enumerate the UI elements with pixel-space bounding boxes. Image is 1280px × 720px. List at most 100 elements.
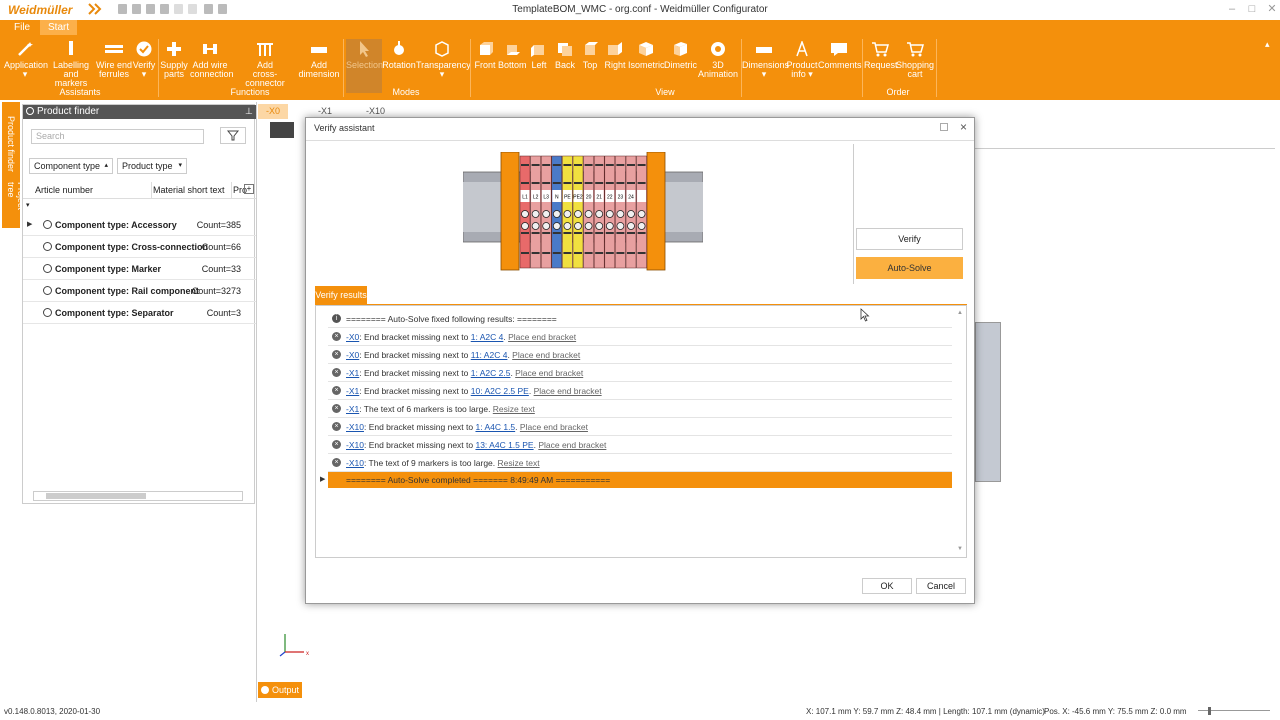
3d-animation-button[interactable]: 3D Animation (696, 41, 740, 79)
scroll-down-icon[interactable]: ▼ (957, 546, 963, 552)
expand-arrow-icon[interactable]: ▶ (27, 214, 32, 236)
output-button[interactable]: Output (258, 682, 302, 698)
application-button[interactable]: Application ▾ (4, 41, 48, 79)
expand-arrow-icon[interactable]: ▶ (320, 472, 325, 488)
fix-action-link[interactable]: Resize text (493, 404, 535, 414)
view-front-button[interactable]: Front (472, 41, 498, 70)
tab-start[interactable]: Start (40, 20, 78, 35)
component-link[interactable]: -X1 (346, 404, 359, 414)
verify-button[interactable]: Verify ▾ (132, 41, 156, 79)
fix-action-link[interactable]: Resize text (498, 458, 540, 468)
component-type-dropdown[interactable]: Component type ▴ (29, 158, 113, 174)
col-article-number[interactable]: Article number (35, 185, 93, 195)
screw-icon (542, 210, 551, 218)
view-left-button[interactable]: Left (526, 41, 552, 70)
expand-circle-icon[interactable] (43, 220, 52, 229)
list-item[interactable]: Component type: Rail component Count=3273 (23, 280, 256, 302)
cancel-button[interactable]: Cancel (916, 578, 966, 594)
expand-circle-icon[interactable] (43, 264, 52, 273)
terminal-link[interactable]: 11: A2C 4 (471, 350, 508, 360)
component-link[interactable]: -X10 (346, 422, 364, 432)
terminal-link[interactable]: 10: A2C 2.5 PE (471, 386, 529, 396)
dimensions-button[interactable]: Dimensions ▾ (742, 41, 789, 79)
component-link[interactable]: -X10 (346, 440, 364, 450)
check-circle-icon (136, 41, 152, 57)
marker-label: L3 (543, 195, 549, 201)
add-dimension-button[interactable]: Add dimension (298, 41, 340, 79)
auto-solve-button[interactable]: Auto-Solve (856, 257, 963, 279)
terminal-slot (563, 252, 572, 254)
view-isometric-button[interactable]: Isometric (628, 41, 665, 70)
labelling-button[interactable]: Labelling and markers (48, 41, 94, 88)
position-readout: Pos. X: -45.6 mm Y: 75.5 mm Z: 0.0 mm (1044, 707, 1187, 716)
component-link[interactable]: -X0 (346, 332, 359, 342)
slider-thumb[interactable] (1208, 707, 1211, 715)
status-bar: v0.148.0.8013, 2020-01-30 X: 107.1 mm Y:… (0, 704, 1280, 720)
column-chooser-icon[interactable]: + (244, 184, 254, 194)
fix-action-link[interactable]: Place end bracket (538, 440, 606, 450)
component-link[interactable]: -X10 (346, 458, 364, 468)
close-icon[interactable]: × (960, 120, 967, 134)
view-back-button[interactable]: Back (552, 41, 578, 70)
view-bottom-button[interactable]: Bottom (498, 41, 527, 70)
auto-solve-completed-row[interactable]: ▶ ======== Auto-Solve completed ======= … (320, 472, 952, 488)
maximize-icon[interactable]: □ (1242, 2, 1262, 16)
expand-circle-icon[interactable] (43, 308, 52, 317)
fix-action-link[interactable]: Place end bracket (508, 332, 576, 342)
pin-icon[interactable]: ⊥ (245, 106, 253, 117)
collapse-ribbon-icon[interactable]: ▴ (1265, 39, 1270, 50)
terminal-link[interactable]: 1: A4C 1.5 (475, 422, 515, 432)
tab-verify-results[interactable]: Verify results (315, 286, 367, 304)
horizontal-scrollbar[interactable] (33, 491, 243, 501)
component-link[interactable]: -X1 (346, 386, 359, 396)
close-window-icon[interactable]: ✕ (1262, 2, 1280, 16)
add-cross-connector-button[interactable]: Add cross-connector (234, 41, 296, 88)
list-item[interactable]: ▶ Component type: Accessory Count=385 (23, 214, 256, 236)
component-link[interactable]: -X1 (346, 368, 359, 378)
vertical-scrollbar[interactable]: ▲ ▼ (957, 310, 965, 554)
expand-circle-icon[interactable] (43, 242, 52, 251)
shopping-cart-button[interactable]: Shopping cart (896, 41, 934, 79)
fix-action-link[interactable]: Place end bracket (520, 422, 588, 432)
terminal-thumbnail[interactable] (270, 122, 294, 138)
list-item[interactable]: Component type: Separator Count=3 (23, 302, 256, 324)
search-input[interactable]: Search (31, 129, 204, 144)
selection-button[interactable]: Selection (346, 41, 383, 70)
comments-button[interactable]: Comments (818, 41, 862, 70)
expand-circle-icon[interactable] (43, 286, 52, 295)
product-type-dropdown[interactable]: Product type ▾ (117, 158, 187, 174)
col-material-short-text[interactable]: Material short text (153, 185, 225, 195)
restore-icon[interactable] (940, 123, 948, 131)
verify-button[interactable]: Verify (856, 228, 963, 250)
minimize-icon[interactable]: – (1222, 2, 1242, 16)
request-button[interactable]: Request (864, 41, 898, 70)
tab-x0[interactable]: -X0 (258, 104, 289, 119)
result-row: × -X10: End bracket missing next to 13: A… (328, 436, 952, 454)
view-top-button[interactable]: Top (578, 41, 602, 70)
list-item[interactable]: Component type: Marker Count=33 (23, 258, 256, 280)
zoom-slider[interactable] (1198, 707, 1270, 715)
view-right-button[interactable]: Right (602, 41, 628, 70)
terminal-link[interactable]: 1: A2C 2.5 (471, 368, 511, 378)
terminal-link[interactable]: 1: A2C 4 (471, 332, 504, 342)
supply-parts-button[interactable]: Supply parts (160, 41, 188, 79)
wire-end-ferrules-button[interactable]: Wire end ferrules (96, 41, 132, 79)
tab-file[interactable]: File (6, 20, 38, 35)
list-item[interactable]: Component type: Cross-connection Count=66 (23, 236, 256, 258)
scroll-thumb[interactable] (46, 493, 146, 499)
fix-action-link[interactable]: Place end bracket (515, 368, 583, 378)
product-info-button[interactable]: Product info ▾ (786, 41, 818, 79)
component-link[interactable]: -X0 (346, 350, 359, 360)
add-wire-connection-button[interactable]: Add wire connection (190, 41, 234, 79)
fix-action-link[interactable]: Place end bracket (534, 386, 602, 396)
scroll-up-icon[interactable]: ▲ (957, 310, 963, 316)
view-dimetric-button[interactable]: Dimetric (664, 41, 697, 70)
canvas-rail-part (975, 322, 1001, 482)
fix-action-link[interactable]: Place end bracket (512, 350, 580, 360)
terminal-link[interactable]: 13: A4C 1.5 PE (475, 440, 533, 450)
filter-button[interactable] (220, 127, 246, 144)
side-tab-product-finder[interactable]: Product finder (6, 116, 16, 172)
rotation-button[interactable]: Rotation (382, 41, 416, 70)
ok-button[interactable]: OK (862, 578, 912, 594)
transparency-button[interactable]: Transparency ▾ (416, 41, 471, 79)
